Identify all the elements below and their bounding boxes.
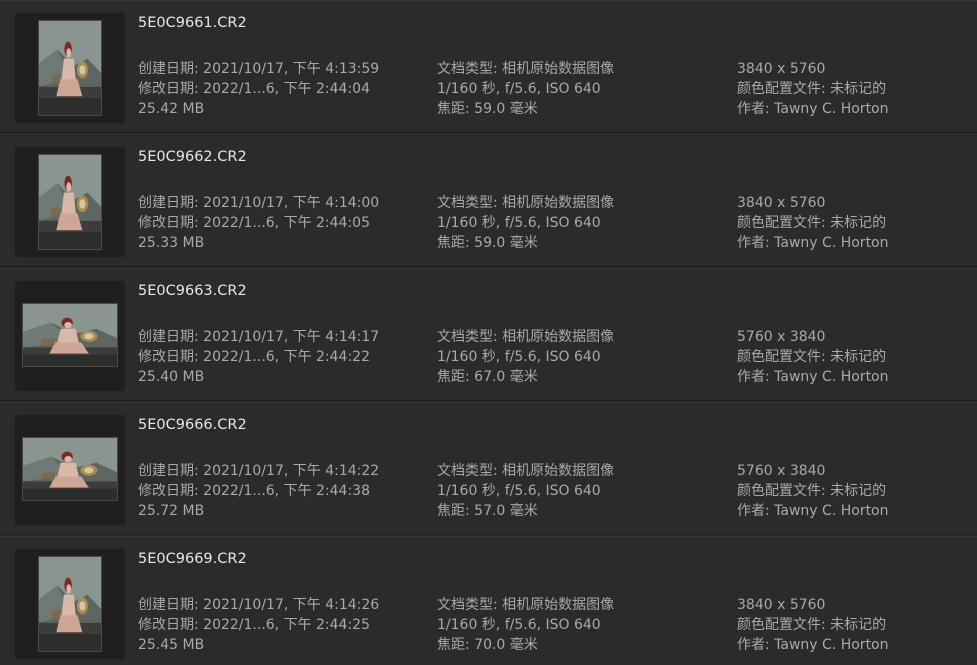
file-size: 25.40 MB: [138, 369, 205, 385]
exposure-info: 1/160 秒, f/5.6, ISO 640: [437, 81, 601, 97]
color-profile: 颜色配置文件: 未标记的: [737, 483, 887, 499]
camera-column: 文档类型: 相机原始数据图像 1/160 秒, f/5.6, ISO 640 焦…: [437, 595, 614, 655]
file-name[interactable]: 5E0C9663.CR2: [138, 283, 247, 299]
file-size: 25.33 MB: [138, 235, 205, 251]
thumbnail-well[interactable]: [15, 281, 125, 391]
file-list: 5E0C9661.CR2 创建日期: 2021/10/17, 下午 4:13:5…: [0, 0, 977, 665]
image-column: 3840 x 5760 颜色配置文件: 未标记的 作者: Tawny C. Ho…: [737, 59, 889, 119]
file-size: 25.72 MB: [138, 503, 205, 519]
thumbnail-well[interactable]: [15, 415, 125, 525]
modified-date: 修改日期: 2022/1...6, 下午 2:44:04: [138, 81, 370, 97]
color-profile: 颜色配置文件: 未标记的: [737, 349, 887, 365]
author: 作者: Tawny C. Horton: [737, 369, 889, 385]
file-row[interactable]: 5E0C9661.CR2 创建日期: 2021/10/17, 下午 4:13:5…: [0, 0, 977, 133]
focal-length: 焦距: 67.0 毫米: [437, 369, 538, 385]
created-date: 创建日期: 2021/10/17, 下午 4:13:59: [138, 61, 380, 77]
photo-image: [39, 21, 101, 115]
camera-column: 文档类型: 相机原始数据图像 1/160 秒, f/5.6, ISO 640 焦…: [437, 461, 614, 521]
exposure-info: 1/160 秒, f/5.6, ISO 640: [437, 483, 601, 499]
focal-length: 焦距: 57.0 毫米: [437, 503, 538, 519]
image-column: 5760 x 3840 颜色配置文件: 未标记的 作者: Tawny C. Ho…: [737, 461, 889, 521]
author: 作者: Tawny C. Horton: [737, 101, 889, 117]
file-row[interactable]: 5E0C9666.CR2 创建日期: 2021/10/17, 下午 4:14:2…: [0, 402, 977, 535]
pixel-dimensions: 3840 x 5760: [737, 61, 826, 77]
photo-image: [39, 557, 101, 651]
photo-thumbnail[interactable]: [38, 20, 102, 116]
photo-thumbnail[interactable]: [38, 556, 102, 652]
created-date: 创建日期: 2021/10/17, 下午 4:14:17: [138, 329, 380, 345]
file-row[interactable]: 5E0C9663.CR2 创建日期: 2021/10/17, 下午 4:14:1…: [0, 268, 977, 401]
camera-column: 文档类型: 相机原始数据图像 1/160 秒, f/5.6, ISO 640 焦…: [437, 327, 614, 387]
thumbnail-well[interactable]: [15, 549, 125, 659]
thumbnail-well[interactable]: [15, 147, 125, 257]
modified-date: 修改日期: 2022/1...6, 下午 2:44:05: [138, 215, 370, 231]
modified-date: 修改日期: 2022/1...6, 下午 2:44:25: [138, 617, 370, 633]
file-name[interactable]: 5E0C9661.CR2: [138, 15, 247, 31]
dates-column: 创建日期: 2021/10/17, 下午 4:13:59 修改日期: 2022/…: [138, 59, 379, 119]
image-column: 5760 x 3840 颜色配置文件: 未标记的 作者: Tawny C. Ho…: [737, 327, 889, 387]
camera-column: 文档类型: 相机原始数据图像 1/160 秒, f/5.6, ISO 640 焦…: [437, 59, 614, 119]
pixel-dimensions: 5760 x 3840: [737, 463, 826, 479]
pixel-dimensions: 3840 x 5760: [737, 195, 826, 211]
file-size: 25.42 MB: [138, 101, 205, 117]
document-kind: 文档类型: 相机原始数据图像: [437, 597, 615, 613]
photo-thumbnail[interactable]: [38, 154, 102, 250]
pixel-dimensions: 3840 x 5760: [737, 597, 826, 613]
created-date: 创建日期: 2021/10/17, 下午 4:14:22: [138, 463, 380, 479]
exposure-info: 1/160 秒, f/5.6, ISO 640: [437, 215, 601, 231]
document-kind: 文档类型: 相机原始数据图像: [437, 329, 615, 345]
thumbnail-well[interactable]: [15, 13, 125, 123]
document-kind: 文档类型: 相机原始数据图像: [437, 61, 615, 77]
pixel-dimensions: 5760 x 3840: [737, 329, 826, 345]
file-name[interactable]: 5E0C9666.CR2: [138, 417, 247, 433]
image-column: 3840 x 5760 颜色配置文件: 未标记的 作者: Tawny C. Ho…: [737, 595, 889, 655]
author: 作者: Tawny C. Horton: [737, 637, 889, 653]
focal-length: 焦距: 70.0 毫米: [437, 637, 538, 653]
photo-image: [23, 438, 117, 500]
file-name[interactable]: 5E0C9669.CR2: [138, 551, 247, 567]
file-row[interactable]: 5E0C9662.CR2 创建日期: 2021/10/17, 下午 4:14:0…: [0, 134, 977, 267]
document-kind: 文档类型: 相机原始数据图像: [437, 463, 615, 479]
document-kind: 文档类型: 相机原始数据图像: [437, 195, 615, 211]
file-row[interactable]: 5E0C9669.CR2 创建日期: 2021/10/17, 下午 4:14:2…: [0, 536, 977, 665]
photo-thumbnail[interactable]: [22, 303, 118, 367]
dates-column: 创建日期: 2021/10/17, 下午 4:14:26 修改日期: 2022/…: [138, 595, 379, 655]
author: 作者: Tawny C. Horton: [737, 235, 889, 251]
photo-thumbnail[interactable]: [22, 437, 118, 501]
camera-column: 文档类型: 相机原始数据图像 1/160 秒, f/5.6, ISO 640 焦…: [437, 193, 614, 253]
color-profile: 颜色配置文件: 未标记的: [737, 215, 887, 231]
dates-column: 创建日期: 2021/10/17, 下午 4:14:17 修改日期: 2022/…: [138, 327, 379, 387]
photo-image: [39, 155, 101, 249]
created-date: 创建日期: 2021/10/17, 下午 4:14:26: [138, 597, 380, 613]
modified-date: 修改日期: 2022/1...6, 下午 2:44:22: [138, 349, 370, 365]
dates-column: 创建日期: 2021/10/17, 下午 4:14:22 修改日期: 2022/…: [138, 461, 379, 521]
color-profile: 颜色配置文件: 未标记的: [737, 617, 887, 633]
modified-date: 修改日期: 2022/1...6, 下午 2:44:38: [138, 483, 370, 499]
file-size: 25.45 MB: [138, 637, 205, 653]
dates-column: 创建日期: 2021/10/17, 下午 4:14:00 修改日期: 2022/…: [138, 193, 379, 253]
file-name[interactable]: 5E0C9662.CR2: [138, 149, 247, 165]
exposure-info: 1/160 秒, f/5.6, ISO 640: [437, 617, 601, 633]
exposure-info: 1/160 秒, f/5.6, ISO 640: [437, 349, 601, 365]
focal-length: 焦距: 59.0 毫米: [437, 235, 538, 251]
created-date: 创建日期: 2021/10/17, 下午 4:14:00: [138, 195, 380, 211]
photo-image: [23, 304, 117, 366]
image-column: 3840 x 5760 颜色配置文件: 未标记的 作者: Tawny C. Ho…: [737, 193, 889, 253]
focal-length: 焦距: 59.0 毫米: [437, 101, 538, 117]
color-profile: 颜色配置文件: 未标记的: [737, 81, 887, 97]
author: 作者: Tawny C. Horton: [737, 503, 889, 519]
